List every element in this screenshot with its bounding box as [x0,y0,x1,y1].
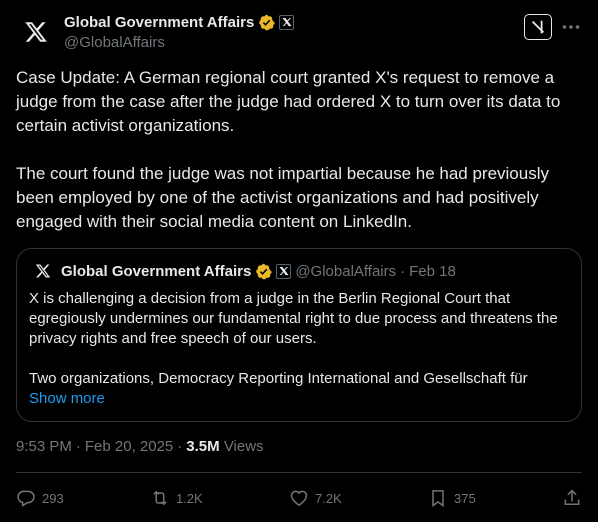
quoted-separator: · [400,262,406,280]
quoted-author-name[interactable]: Global Government Affairs [61,263,251,280]
quoted-date[interactable]: Feb 18 [409,263,456,280]
bookmark-icon [432,490,444,507]
grok-icon [531,20,545,34]
more-options-button[interactable] [560,16,582,38]
views-label: Views [223,438,264,455]
tweet-time[interactable]: 9:53 PM [16,438,72,455]
affiliate-x-icon[interactable] [279,14,295,30]
quoted-author-avatar[interactable] [33,261,53,281]
affiliate-x-icon [276,263,292,279]
author-info: Global Government Affairs @GlobalAffairs [64,12,295,51]
tweet-date[interactable]: Feb 20, 2025 [85,438,173,455]
meta-separator: · [75,438,81,455]
author-handle[interactable]: @GlobalAffairs [64,34,294,51]
repost-button[interactable]: 1.2K [150,488,203,508]
x-logo-icon [25,22,47,42]
verified-badge-icon [256,263,273,279]
author-name[interactable]: Global Government Affairs [64,14,254,31]
like-count: 7.2K [314,490,342,506]
quoted-tweet-text: X is challenging a decision from a judge… [29,290,558,387]
divider [16,472,582,473]
quoted-tweet[interactable]: Global Government Affairs @GlobalAffairs… [16,248,582,422]
bookmark-button[interactable]: 375 [428,488,476,508]
action-bar: 293 1.2K 7.2K 375 [16,484,582,512]
quoted-author-handle[interactable]: @GlobalAffairs [295,263,396,280]
tweet-header: Global Government Affairs @GlobalAffairs [16,10,582,56]
share-button[interactable] [562,488,582,508]
like-icon [290,490,308,506]
meta-separator: · [177,438,183,455]
tweet-meta: 9:53 PM · Feb 20, 2025 · 3.5M Views [16,438,264,455]
like-button[interactable]: 7.2K [289,488,342,508]
bookmark-count: 375 [454,490,476,506]
x-logo-icon [35,264,51,278]
more-icon [562,25,580,29]
verified-badge-icon[interactable] [258,14,276,31]
show-more-link[interactable]: Show more [29,389,569,409]
tweet-text: Case Update: A German regional court gra… [16,68,561,231]
author-avatar[interactable] [16,12,56,52]
quoted-tweet-header: Global Government Affairs @GlobalAffairs… [29,261,569,281]
share-icon [564,489,580,505]
views-count: 3.5M [186,438,220,455]
repost-count: 1.2K [175,490,203,506]
reply-icon [17,490,35,507]
repost-icon [153,490,167,506]
grok-button[interactable] [524,14,552,40]
reply-count: 293 [42,490,64,506]
reply-button[interactable]: 293 [16,488,64,508]
